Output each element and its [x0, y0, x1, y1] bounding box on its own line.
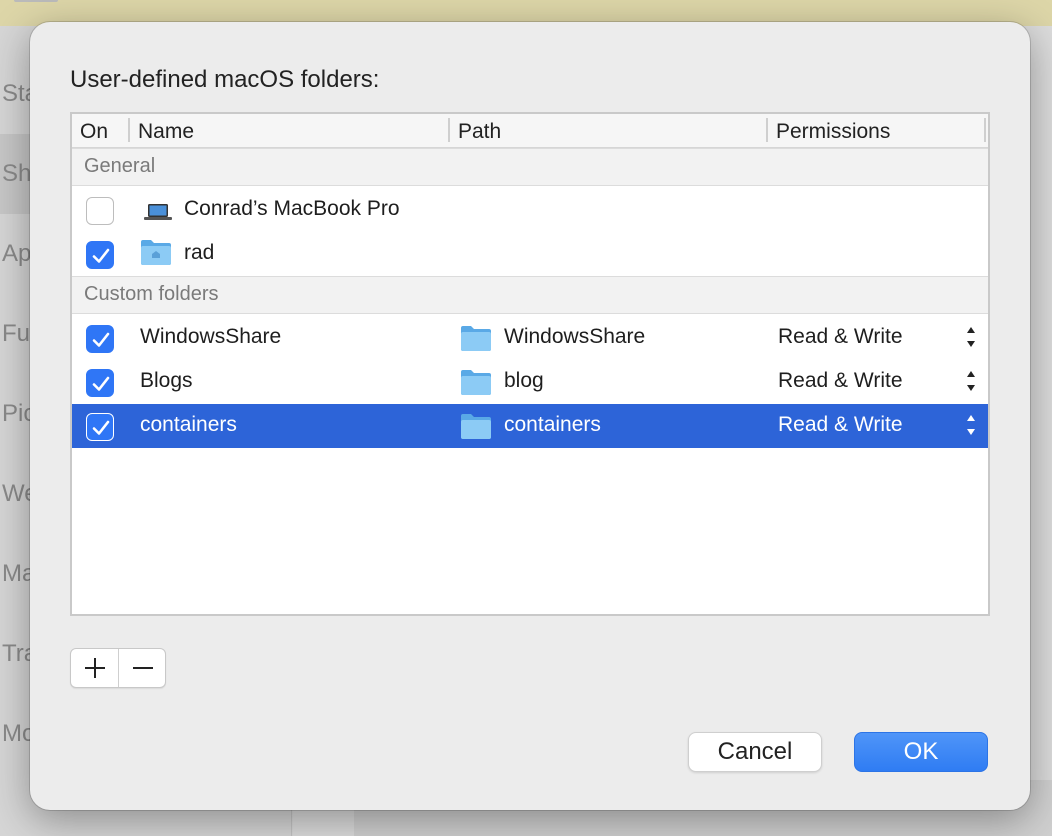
row-name: Conrad’s MacBook Pro	[184, 197, 400, 220]
permissions-popup[interactable]: Read & Write	[778, 369, 903, 393]
background-sidebar-item: Fu	[2, 320, 31, 347]
permissions-popup[interactable]: Read & Write	[778, 325, 903, 349]
shared-folders-dialog: User-defined macOS folders: On Name Path…	[30, 22, 1030, 810]
updown-stepper-icon[interactable]	[964, 368, 978, 394]
add-folder-button[interactable]	[71, 649, 118, 687]
background-sidebar-item: Sh	[2, 160, 32, 187]
row-path: blog	[504, 369, 544, 392]
row-name: containers	[140, 413, 237, 436]
table-header: On Name Path Permissions	[72, 114, 988, 148]
row-checkbox[interactable]	[86, 369, 114, 397]
ok-button[interactable]: OK	[854, 732, 988, 772]
column-header-permissions[interactable]: Permissions	[776, 120, 890, 144]
row-path: WindowsShare	[504, 325, 646, 348]
checkmark-icon	[92, 420, 110, 435]
checkmark-icon	[92, 376, 110, 391]
column-header-path[interactable]: Path	[458, 120, 501, 144]
group-label: Custom folders	[84, 283, 219, 305]
group-header-general: General	[72, 148, 988, 186]
checkmark-icon	[92, 248, 110, 263]
row-checkbox[interactable]	[86, 325, 114, 353]
folders-table: On Name Path Permissions General Conrad’…	[70, 112, 990, 616]
column-separator[interactable]	[766, 118, 768, 142]
home-folder-icon	[141, 240, 171, 265]
folder-icon	[461, 414, 491, 439]
row-checkbox[interactable]	[86, 197, 114, 225]
group-label: General	[84, 155, 156, 177]
group-header-custom-folders: Custom folders	[72, 276, 988, 314]
row-checkbox[interactable]	[86, 241, 114, 269]
folder-icon	[461, 326, 491, 351]
table-row[interactable]: WindowsShare WindowsShare Read & Write	[72, 316, 988, 360]
remove-folder-button[interactable]	[119, 649, 166, 687]
laptop-icon	[144, 204, 172, 220]
row-name: WindowsShare	[140, 325, 282, 348]
add-remove-segmented-control	[70, 648, 166, 688]
column-header-name[interactable]: Name	[138, 120, 194, 144]
table-row-selected[interactable]: containers containers Read & Write	[72, 404, 988, 448]
row-name: rad	[184, 241, 215, 264]
dialog-title: User-defined macOS folders:	[70, 66, 380, 93]
row-checkbox[interactable]	[86, 413, 114, 441]
column-separator[interactable]	[128, 118, 130, 142]
permissions-popup[interactable]: Read & Write	[778, 413, 903, 437]
background-toolbar-button	[14, 0, 58, 2]
row-path: containers	[504, 413, 601, 436]
updown-stepper-icon[interactable]	[964, 324, 978, 350]
updown-stepper-icon[interactable]	[964, 412, 978, 438]
column-separator[interactable]	[448, 118, 450, 142]
minus-icon	[132, 667, 153, 669]
column-header-on[interactable]: On	[80, 120, 108, 144]
table-row[interactable]: Blogs blog Read & Write	[72, 360, 988, 404]
folder-icon	[461, 370, 491, 395]
table-row[interactable]: rad	[72, 232, 988, 276]
row-name: Blogs	[140, 369, 193, 392]
table-row[interactable]: Conrad’s MacBook Pro	[72, 188, 988, 232]
background-sidebar-item: Ap	[2, 240, 32, 267]
plus-icon	[84, 658, 105, 678]
column-separator[interactable]	[984, 118, 986, 142]
cancel-button[interactable]: Cancel	[688, 732, 822, 772]
checkmark-icon	[92, 332, 110, 347]
